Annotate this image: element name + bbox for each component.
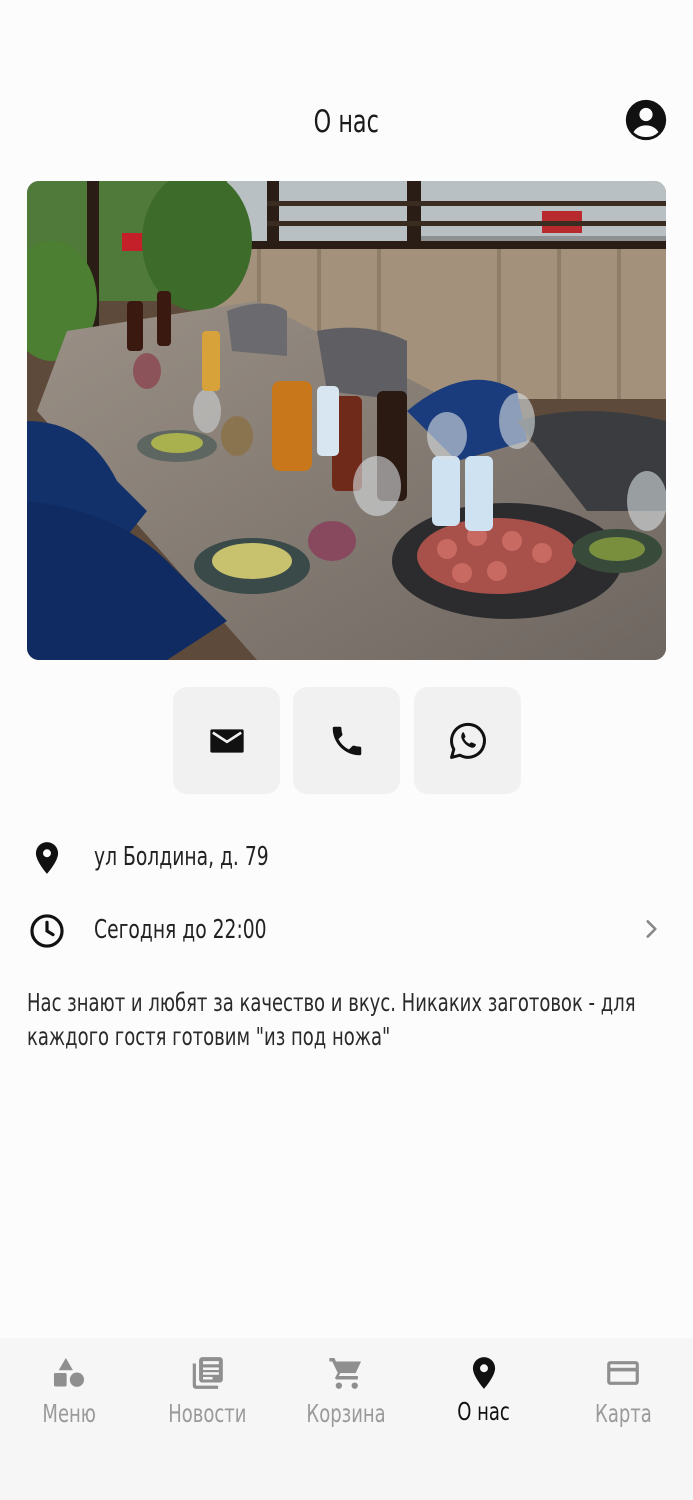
call-button[interactable] (293, 687, 400, 794)
address-row[interactable]: ул Болдина, д. 79 (0, 827, 693, 887)
hours-text: Сегодня до 22:00 (94, 915, 267, 945)
tab-menu[interactable]: Меню (0, 1338, 138, 1448)
bottom-tab-bar: Меню Новости Корзина О нас Карта (0, 1338, 693, 1500)
credit-card-icon (607, 1361, 639, 1385)
about-description: Нас знают и любят за качество и вкус. Ни… (27, 988, 636, 1051)
whatsapp-icon (449, 722, 486, 759)
location-pin-icon (35, 842, 59, 874)
address-text: ул Болдина, д. 79 (94, 842, 269, 872)
mail-icon (209, 728, 244, 753)
page-title: О нас (313, 104, 380, 140)
clock-icon (30, 914, 64, 948)
chevron-right-icon (646, 920, 657, 938)
tab-cart[interactable]: Корзина (277, 1338, 415, 1448)
shapes-icon (53, 1357, 85, 1387)
email-button[interactable] (173, 687, 280, 794)
location-pin-icon (472, 1357, 496, 1389)
tab-news[interactable]: Новости (138, 1338, 276, 1448)
phone-icon (332, 726, 361, 755)
app-header: О нас (0, 96, 693, 148)
hours-row[interactable]: Сегодня до 22:00 (0, 900, 693, 960)
cart-icon (329, 1357, 362, 1389)
account-circle-icon (625, 99, 667, 141)
tab-about[interactable]: О нас (415, 1338, 553, 1448)
newspaper-icon (192, 1357, 223, 1389)
profile-button[interactable] (624, 98, 668, 142)
tab-card[interactable]: Карта (554, 1338, 692, 1448)
contact-buttons (0, 687, 693, 794)
restaurant-photo (27, 181, 666, 660)
whatsapp-button[interactable] (414, 687, 521, 794)
